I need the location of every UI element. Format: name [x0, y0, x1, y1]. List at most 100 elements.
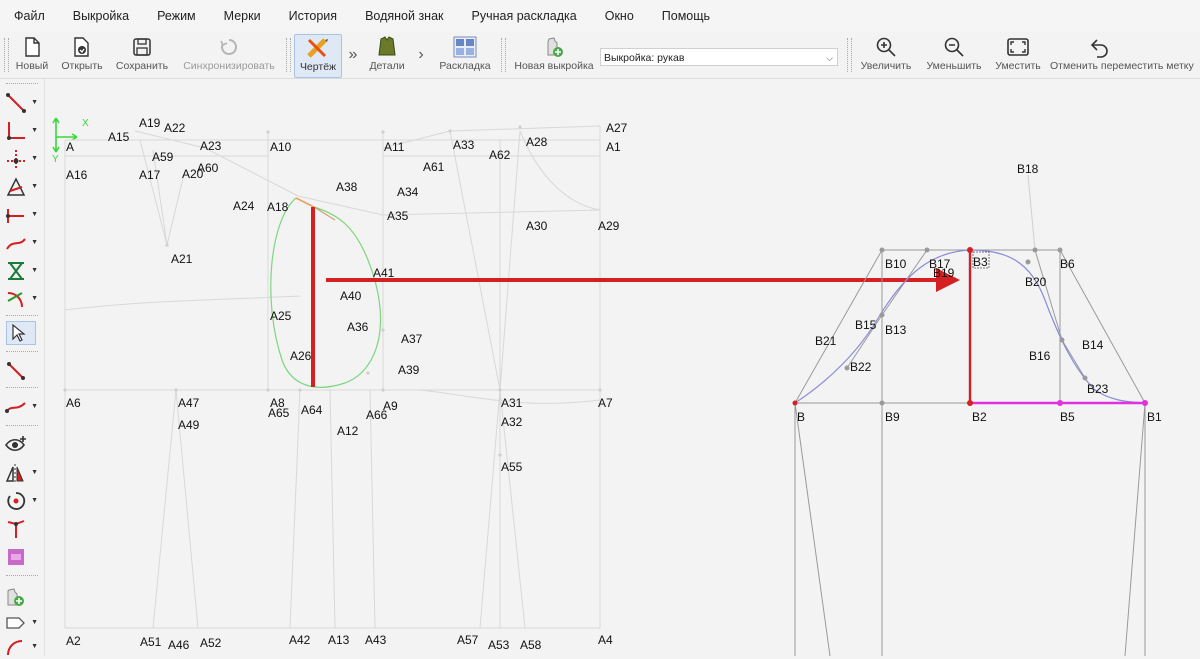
point-label-a24[interactable]: A24	[233, 199, 255, 213]
point-label-b15[interactable]: B15	[855, 318, 877, 332]
point-label-a2[interactable]: A2	[66, 634, 81, 648]
point-label-b9[interactable]: B9	[885, 410, 900, 424]
zoom-out-button[interactable]: Уменьшить	[922, 34, 986, 76]
point-label-b14[interactable]: B14	[1082, 338, 1104, 352]
point-tools-button[interactable]: ▼	[4, 147, 40, 171]
menu-window[interactable]: Окно	[591, 0, 648, 32]
layout-mode-button[interactable]: Раскладка	[436, 34, 494, 76]
point-label-a6[interactable]: A6	[66, 396, 81, 410]
point-label-a13[interactable]: A13	[328, 633, 350, 647]
point-label-b16[interactable]: B16	[1029, 349, 1051, 363]
move-tools-button[interactable]	[4, 517, 40, 541]
point-label-b10[interactable]: B10	[885, 257, 907, 271]
point-label-a42[interactable]: A42	[289, 633, 311, 647]
point-label-a62[interactable]: A62	[489, 148, 511, 162]
point-label-b22[interactable]: B22	[850, 360, 872, 374]
toolbar-grip[interactable]	[501, 38, 506, 72]
point-label-a55[interactable]: A55	[501, 460, 523, 474]
point-label-a12[interactable]: A12	[337, 424, 359, 438]
point-label-b3[interactable]: B3	[973, 255, 988, 269]
point-label-b1[interactable]: B1	[1147, 410, 1162, 424]
pattern-drawing[interactable]: X Y AA15A19 A22A23A59A60A16 A17 A20A21A1…	[45, 79, 1200, 656]
new-pattern-button[interactable]: Новая выкройка	[510, 34, 598, 76]
new-button[interactable]: Новый	[12, 34, 52, 76]
details-mode-button[interactable]: Детали	[364, 34, 410, 76]
point-label-a11[interactable]: A11	[384, 140, 405, 154]
toolbar-grip[interactable]	[4, 38, 9, 72]
point-label-a9[interactable]: A9	[383, 399, 398, 413]
point-label-a47[interactable]: A47	[178, 396, 200, 410]
point-label-a61[interactable]: A61	[423, 160, 445, 174]
point-label-a1[interactable]: A1	[606, 140, 621, 154]
point-label-a37[interactable]: A37	[401, 332, 423, 346]
undo-button[interactable]: Отменить переместить метку	[1050, 34, 1200, 76]
menu-manual-layout[interactable]: Ручная раскладка	[458, 0, 591, 32]
menu-help[interactable]: Помощь	[648, 0, 724, 32]
pattern-select[interactable]: Выкройка: рукав ⌵	[600, 48, 838, 66]
menu-history[interactable]: История	[275, 0, 351, 32]
point-label-a64[interactable]: A64	[301, 403, 323, 417]
point-label-a21[interactable]: A21	[171, 252, 193, 266]
point-label-a51[interactable]: A51	[140, 635, 162, 649]
point-label-a38[interactable]: A38	[336, 180, 358, 194]
sync-button[interactable]: Синхронизировать	[180, 34, 278, 76]
point-label-a40[interactable]: A40	[340, 289, 362, 303]
group-tool-button[interactable]	[4, 545, 40, 569]
drawing-canvas[interactable]: X Y A A15 A19 A22 A23 A59 A60 A16 A17 A2…	[45, 79, 1200, 656]
point-label-a29[interactable]: A29	[598, 219, 620, 233]
point-label-a16[interactable]: A16	[66, 168, 88, 182]
open-button[interactable]: Открыть	[58, 34, 106, 76]
pointer-tool-button[interactable]	[6, 321, 36, 345]
point-label-a7[interactable]: A7	[598, 396, 613, 410]
point-label-a15[interactable]: A15	[108, 130, 130, 144]
menu-measurements[interactable]: Мерки	[210, 0, 275, 32]
save-button[interactable]: Сохранить	[114, 34, 170, 76]
point-label-b20[interactable]: B20	[1025, 275, 1047, 289]
point-label-a27[interactable]: A27	[606, 121, 628, 135]
point-label-a30[interactable]: A30	[526, 219, 548, 233]
point-label-a22[interactable]: A22	[164, 121, 186, 135]
point-label-b5[interactable]: B5	[1060, 410, 1075, 424]
curve-tools-button[interactable]: ▼	[4, 231, 40, 255]
arc-tools-button[interactable]: ▼	[4, 287, 40, 311]
point-label-a28[interactable]: A28	[526, 135, 548, 149]
line-tools-button[interactable]: ▼	[4, 91, 40, 115]
point-label-a25[interactable]: A25	[270, 309, 292, 323]
add-detail-button[interactable]	[4, 585, 40, 609]
point-label-b2[interactable]: B2	[972, 410, 987, 424]
point-label-a23[interactable]: A23	[200, 139, 222, 153]
point-label-a59[interactable]: A59	[152, 150, 174, 164]
point-label-a[interactable]: A	[66, 140, 74, 154]
label-tool-button[interactable]: ▼	[4, 611, 40, 635]
point-label-b[interactable]: B	[797, 410, 805, 424]
point-label-b6[interactable]: B6	[1060, 257, 1075, 271]
menu-mode[interactable]: Режим	[143, 0, 210, 32]
point-label-a17[interactable]: A17	[139, 168, 161, 182]
point-label-b21[interactable]: B21	[815, 334, 837, 348]
point-label-a10[interactable]: A10	[270, 140, 292, 154]
perpendicular-tools-button[interactable]: ▼	[4, 203, 40, 227]
point-label-a39[interactable]: A39	[398, 363, 420, 377]
point-label-a19[interactable]: A19	[139, 116, 161, 130]
zoom-in-button[interactable]: Увеличить	[856, 34, 916, 76]
point-label-a31[interactable]: A31	[501, 396, 523, 410]
draw-mode-button[interactable]: Чертёж	[294, 34, 342, 78]
toolbar-grip[interactable]	[286, 38, 291, 72]
point-label-a35[interactable]: A35	[387, 209, 409, 223]
point-label-a41[interactable]: A41	[373, 266, 395, 280]
angle-tools-button[interactable]: ▼	[4, 119, 40, 143]
notch-tool-button[interactable]: ▼	[4, 635, 40, 659]
point-label-a34[interactable]: A34	[397, 185, 419, 199]
toolbar-grip[interactable]	[847, 38, 852, 72]
triangle-tools-button[interactable]: ▼	[4, 175, 40, 199]
point-label-b18[interactable]: B18	[1017, 162, 1039, 176]
point-label-a52[interactable]: A52	[200, 636, 222, 650]
point-label-a32[interactable]: A32	[501, 415, 523, 429]
menu-watermark[interactable]: Водяной знак	[351, 0, 457, 32]
point-label-a20[interactable]: A20	[182, 167, 204, 181]
menu-file[interactable]: Файл	[0, 0, 59, 32]
point-label-b19[interactable]: B19	[933, 266, 955, 280]
point-label-b23[interactable]: B23	[1087, 382, 1109, 396]
point-label-a18[interactable]: A18	[267, 200, 289, 214]
rotate-tools-button[interactable]: ▼	[4, 489, 40, 513]
